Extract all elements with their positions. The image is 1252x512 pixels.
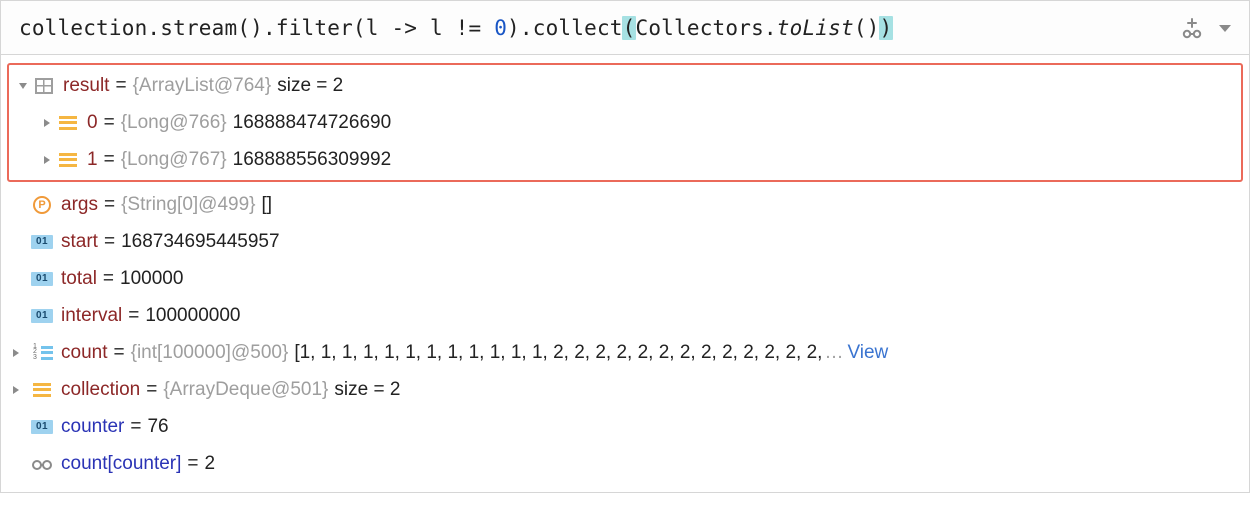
var-index: 1 — [87, 149, 98, 171]
chevron-right-icon[interactable] — [37, 117, 57, 129]
var-value: [] — [262, 194, 273, 216]
var-type: {Long@767} — [121, 149, 227, 171]
var-type: {Long@766} — [121, 112, 227, 134]
var-name: result — [63, 75, 109, 97]
var-name: collection — [61, 379, 140, 401]
primitive-icon: 01 — [31, 231, 53, 253]
var-index: 0 — [87, 112, 98, 134]
add-watch-icon[interactable] — [1181, 17, 1203, 39]
expression-bar: collection.stream().filter(l -> l != 0).… — [1, 1, 1249, 55]
var-size: size = 2 — [277, 75, 343, 97]
equals-sign: = — [115, 75, 126, 97]
history-dropdown-icon[interactable] — [1217, 21, 1233, 35]
expr-static-method: toList — [777, 16, 854, 40]
var-type: {String[0]@499} — [121, 194, 255, 216]
array-element-icon — [57, 112, 79, 134]
var-name: start — [61, 231, 98, 253]
var-value: 100000 — [120, 268, 183, 290]
var-type: {int[100000]@500} — [131, 342, 289, 364]
var-name: interval — [61, 305, 122, 327]
array-element-icon — [31, 379, 53, 401]
ellipsis: … — [824, 342, 843, 364]
chevron-down-icon[interactable] — [13, 80, 33, 92]
var-value: 168888556309992 — [233, 149, 392, 171]
var-name: counter — [61, 416, 124, 438]
expr-text-seg: collection.stream().filter(l -> l != — [19, 16, 494, 40]
tree-row-args[interactable]: P args = {String[0]@499} [] — [1, 186, 1249, 223]
var-value: 2 — [205, 453, 216, 475]
primitive-icon: 01 — [31, 268, 53, 290]
debugger-evaluate-panel: collection.stream().filter(l -> l != 0).… — [0, 0, 1250, 493]
chevron-right-icon[interactable] — [1, 384, 31, 396]
equals-sign: = — [130, 416, 141, 438]
equals-sign: = — [104, 112, 115, 134]
chevron-right-icon[interactable] — [1, 347, 31, 359]
expr-text-seg: ).collect — [507, 16, 623, 40]
var-type: {ArrayList@764} — [133, 75, 272, 97]
expression-toolbar — [1165, 17, 1241, 39]
equals-sign: = — [104, 149, 115, 171]
var-value: [1, 1, 1, 1, 1, 1, 1, 1, 1, 1, 1, 1, 2, … — [294, 342, 822, 364]
watch-icon — [31, 453, 53, 475]
equals-sign: = — [104, 231, 115, 253]
tree-row-watch[interactable]: count[counter] = 2 — [1, 445, 1249, 482]
expression-input[interactable]: collection.stream().filter(l -> l != 0).… — [19, 16, 1165, 40]
var-type: {ArrayDeque@501} — [163, 379, 328, 401]
int-array-icon — [31, 342, 53, 364]
var-name: total — [61, 268, 97, 290]
view-link[interactable]: View — [847, 342, 888, 364]
expr-paren-close: ) — [879, 16, 894, 40]
expr-text-seg: () — [854, 16, 880, 40]
equals-sign: = — [113, 342, 124, 364]
var-value: 76 — [147, 416, 168, 438]
equals-sign: = — [128, 305, 139, 327]
primitive-icon: 01 — [31, 416, 53, 438]
equals-sign: = — [187, 453, 198, 475]
equals-sign: = — [103, 268, 114, 290]
primitive-icon: 01 — [31, 305, 53, 327]
tree-row-result-item[interactable]: 0 = {Long@766} 168888474726690 — [9, 104, 1241, 141]
tree-row-counter[interactable]: 01 counter = 76 — [1, 408, 1249, 445]
var-value: 168734695445957 — [121, 231, 280, 253]
param-icon: P — [31, 194, 53, 216]
tree-row-count[interactable]: count = {int[100000]@500} [1, 1, 1, 1, 1… — [1, 334, 1249, 371]
tree-row-start[interactable]: 01 start = 168734695445957 — [1, 223, 1249, 260]
var-name: count — [61, 342, 107, 364]
result-highlight: result = {ArrayList@764} size = 2 0 = {L… — [7, 63, 1243, 182]
object-table-icon — [33, 75, 55, 97]
var-name: args — [61, 194, 98, 216]
expr-literal-zero: 0 — [494, 16, 507, 40]
equals-sign: = — [104, 194, 115, 216]
array-element-icon — [57, 149, 79, 171]
tree-row-result-item[interactable]: 1 = {Long@767} 168888556309992 — [9, 141, 1241, 178]
tree-row-result[interactable]: result = {ArrayList@764} size = 2 — [9, 67, 1241, 104]
variables-tree: result = {ArrayList@764} size = 2 0 = {L… — [1, 55, 1249, 492]
expr-text-seg: Collectors. — [635, 16, 776, 40]
equals-sign: = — [146, 379, 157, 401]
var-value: 168888474726690 — [233, 112, 392, 134]
tree-row-collection[interactable]: collection = {ArrayDeque@501} size = 2 — [1, 371, 1249, 408]
var-value: 100000000 — [145, 305, 240, 327]
tree-row-interval[interactable]: 01 interval = 100000000 — [1, 297, 1249, 334]
var-size: size = 2 — [334, 379, 400, 401]
tree-row-total[interactable]: 01 total = 100000 — [1, 260, 1249, 297]
chevron-right-icon[interactable] — [37, 154, 57, 166]
var-name: count[counter] — [61, 453, 181, 475]
